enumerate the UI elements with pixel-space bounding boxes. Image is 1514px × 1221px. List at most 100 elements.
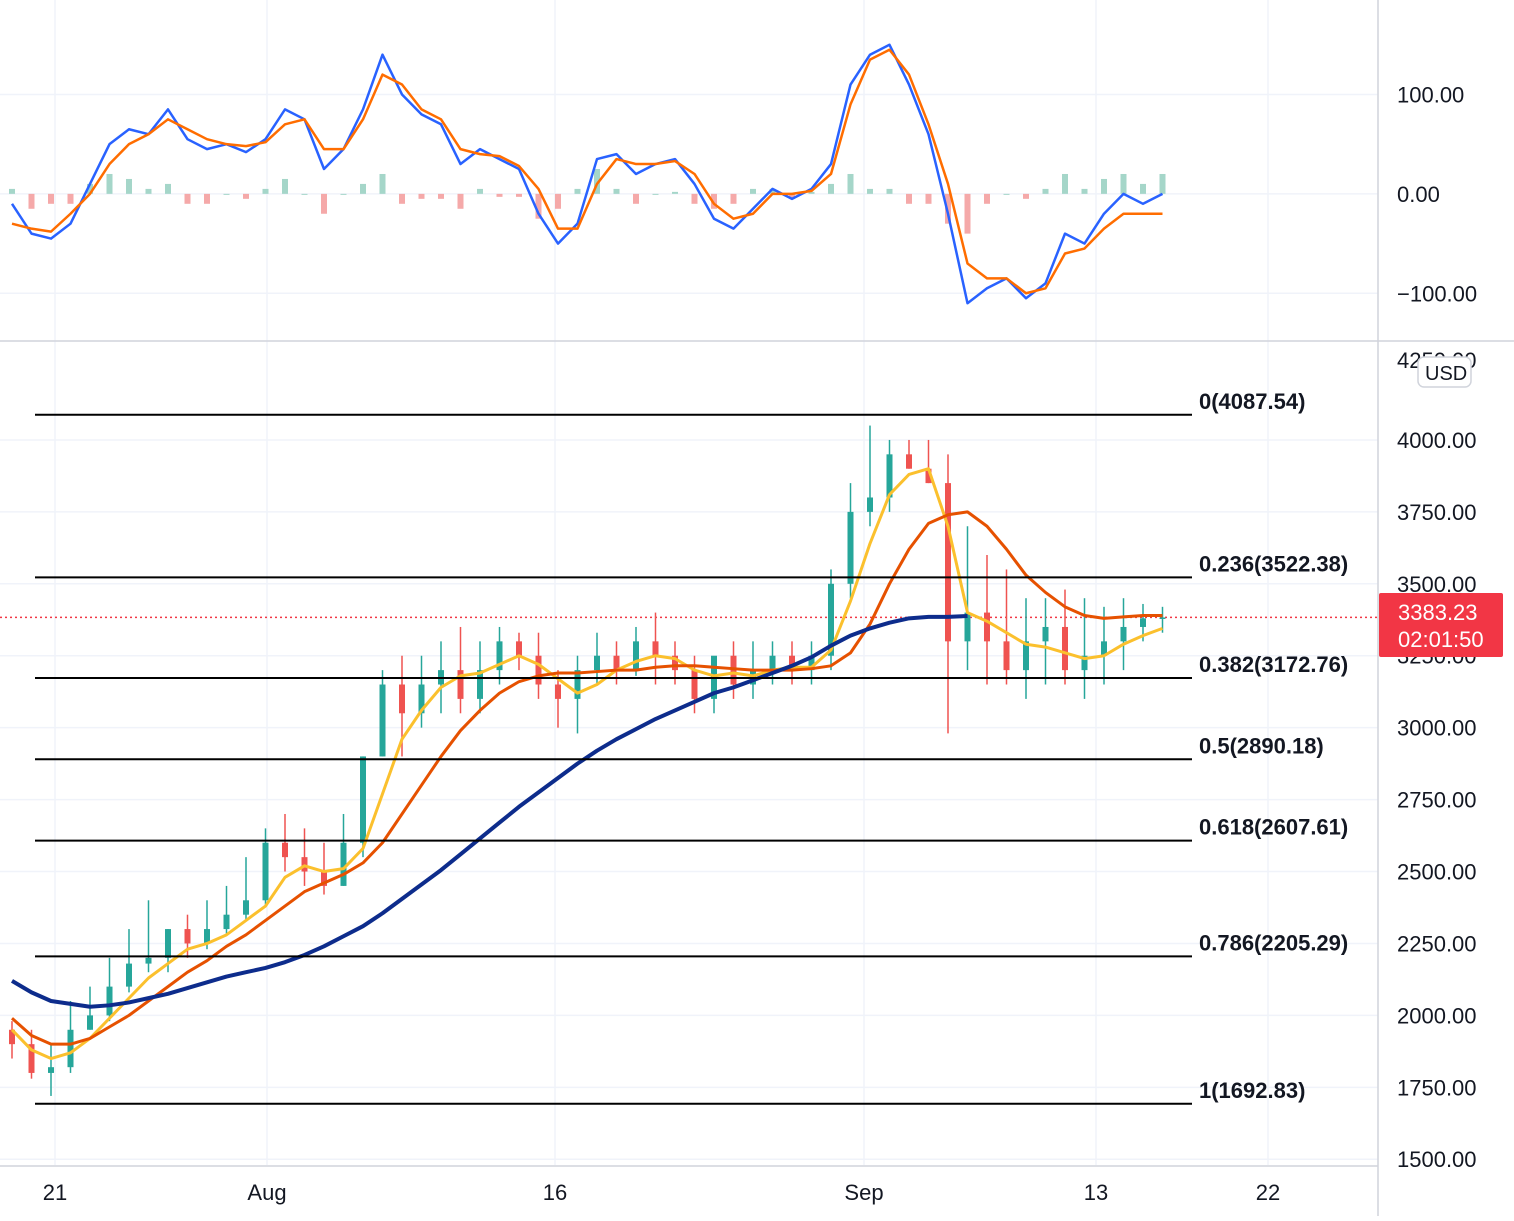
candle-body[interactable] bbox=[48, 1067, 54, 1073]
grid bbox=[0, 0, 1378, 1165]
candle-body[interactable] bbox=[165, 929, 171, 958]
macd-histogram-bar bbox=[126, 178, 132, 194]
macd-histogram-bar bbox=[691, 193, 698, 204]
price-pane[interactable] bbox=[0, 425, 1378, 1096]
macd-histogram-bar bbox=[1003, 193, 1010, 195]
macd-histogram-bar bbox=[1159, 173, 1166, 194]
candle-body[interactable] bbox=[360, 756, 366, 843]
candle-body[interactable] bbox=[633, 641, 639, 671]
candle-body[interactable] bbox=[1140, 618, 1146, 627]
macd-histogram-bar bbox=[28, 193, 35, 209]
fibonacci-retracement[interactable]: 0(4087.54) 0.236(3522.38) 0.382(3172.76) 0.… bbox=[35, 389, 1348, 1105]
price-y-tick-label: 2750.00 bbox=[1397, 788, 1477, 813]
macd-histogram-bar bbox=[574, 188, 581, 194]
macd-pane[interactable] bbox=[9, 43, 1166, 305]
candle-body[interactable] bbox=[906, 454, 912, 469]
axes: 100.000.00−100.004000.003750.003500.0032… bbox=[0, 0, 1514, 1216]
candle-body[interactable] bbox=[126, 963, 132, 987]
fib-level-label: 0.5(2890.18) bbox=[1199, 733, 1324, 758]
price-y-tick-label: 1500.00 bbox=[1397, 1147, 1477, 1172]
macd-histogram-bar bbox=[867, 188, 873, 194]
price-tag-value: 3383.23 bbox=[1398, 600, 1478, 625]
candle-body[interactable] bbox=[87, 1015, 93, 1030]
candle-body[interactable] bbox=[262, 842, 269, 901]
macd-histogram-bar bbox=[262, 188, 269, 194]
candle-body[interactable] bbox=[145, 957, 152, 964]
candle-body[interactable] bbox=[282, 842, 288, 858]
macd-histogram-bar bbox=[477, 188, 483, 194]
trading-chart[interactable]: 0(4087.54) 0.236(3522.38) 0.382(3172.76) 0.… bbox=[0, 0, 1514, 1216]
candle-body[interactable] bbox=[1003, 641, 1010, 671]
candle-body[interactable] bbox=[399, 684, 405, 714]
candle-body[interactable] bbox=[769, 655, 776, 671]
candle-body[interactable] bbox=[1062, 626, 1068, 671]
macd-histogram-bar bbox=[672, 191, 678, 194]
macd-histogram-bar bbox=[496, 193, 503, 197]
macd-y-tick-label: −100.00 bbox=[1397, 281, 1477, 306]
candle-body[interactable] bbox=[652, 641, 659, 656]
macd-histogram-bar bbox=[223, 193, 230, 195]
candle-body[interactable] bbox=[867, 497, 873, 512]
macd-histogram-bar bbox=[340, 193, 347, 195]
ma-fast-line[interactable] bbox=[10, 467, 1164, 1061]
macd-y-tick-label: 100.00 bbox=[1397, 82, 1464, 107]
macd-histogram-bar bbox=[613, 188, 620, 194]
fib-level-label: 0.618(2607.61) bbox=[1199, 815, 1348, 840]
macd-histogram-bar bbox=[48, 193, 54, 204]
chart-canvas[interactable]: 0(4087.54) 0.236(3522.38) 0.382(3172.76) 0.… bbox=[0, 0, 1514, 1216]
price-y-tick-label: 4000.00 bbox=[1397, 428, 1477, 453]
candle-body[interactable] bbox=[555, 684, 561, 699]
macd-signal-line[interactable] bbox=[11, 48, 1163, 295]
candle-body[interactable] bbox=[1042, 626, 1049, 642]
x-tick-label: 16 bbox=[543, 1180, 567, 1205]
candle-body[interactable] bbox=[516, 641, 522, 656]
ma-slow-line[interactable] bbox=[10, 614, 968, 1009]
macd-histogram-bar bbox=[457, 193, 464, 209]
macd-histogram-bar bbox=[360, 183, 366, 194]
macd-histogram-bar bbox=[984, 193, 990, 204]
candle-body[interactable] bbox=[535, 655, 542, 685]
candle-body[interactable] bbox=[984, 612, 990, 642]
macd-histogram-bar bbox=[1062, 173, 1068, 194]
macd-histogram-bar bbox=[516, 193, 522, 197]
candle-body[interactable] bbox=[1120, 626, 1127, 642]
macd-histogram-bar bbox=[652, 193, 659, 195]
macd-y-tick-label: 0.00 bbox=[1397, 182, 1440, 207]
macd-histogram-bar bbox=[67, 193, 74, 204]
candle-body[interactable] bbox=[594, 655, 600, 671]
candle-body[interactable] bbox=[184, 929, 191, 944]
candle-body[interactable] bbox=[67, 1029, 74, 1068]
macd-histogram-bar bbox=[633, 193, 639, 204]
macd-histogram-bar bbox=[886, 188, 893, 194]
candle-body[interactable] bbox=[223, 914, 230, 930]
macd-histogram-bar bbox=[438, 193, 444, 199]
x-tick-label: 13 bbox=[1084, 1180, 1108, 1205]
macd-histogram-bar bbox=[906, 193, 912, 204]
price-y-tick-label: 1750.00 bbox=[1397, 1075, 1477, 1100]
price-tag-countdown: 02:01:50 bbox=[1398, 627, 1484, 652]
macd-histogram-bar bbox=[1140, 183, 1146, 194]
candle-body[interactable] bbox=[379, 684, 386, 757]
candle-body[interactable] bbox=[1159, 617, 1166, 619]
macd-histogram-bar bbox=[9, 188, 15, 194]
macd-histogram-bar bbox=[106, 173, 113, 194]
candle-body[interactable] bbox=[847, 511, 854, 584]
macd-histogram-bar bbox=[1023, 193, 1029, 199]
macd-histogram-bar bbox=[1120, 173, 1127, 194]
ma-mid-line[interactable] bbox=[11, 510, 1163, 1046]
price-tag: 3383.23 02:01:50 bbox=[1379, 593, 1503, 657]
candle-body[interactable] bbox=[691, 670, 698, 699]
price-y-tick-label: 2000.00 bbox=[1397, 1003, 1477, 1028]
macd-histogram-bar bbox=[964, 193, 971, 234]
macd-histogram-bar bbox=[145, 188, 152, 194]
candle-body[interactable] bbox=[106, 986, 113, 1016]
x-tick-label: Aug bbox=[247, 1180, 286, 1205]
macd-histogram-bar bbox=[1042, 188, 1049, 194]
fib-level-label: 0(4087.54) bbox=[1199, 389, 1305, 414]
macd-histogram-bar bbox=[399, 193, 405, 204]
macd-histogram-bar bbox=[282, 178, 288, 194]
currency-badge[interactable]: USD bbox=[1417, 356, 1472, 388]
candle-body[interactable] bbox=[243, 900, 249, 915]
macd-histogram-bar bbox=[243, 193, 249, 199]
macd-line[interactable] bbox=[10, 43, 1164, 305]
